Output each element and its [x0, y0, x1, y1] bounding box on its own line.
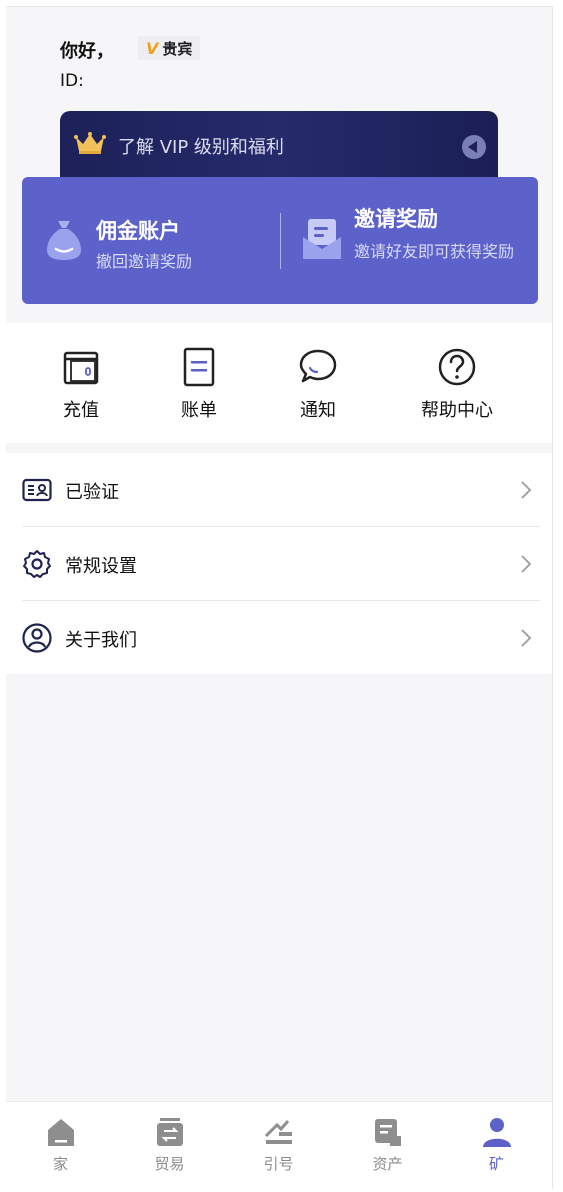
mine-page: 你好， V 贵宾 ID: 了解 VIP 级别和福利 佣金账户 撤回邀请奖励 邀请… — [6, 6, 553, 1189]
mail-icon — [303, 219, 341, 259]
trade-icon — [156, 1118, 183, 1146]
bottom-tab-bar: 家 贸易 引号 资产 矿 — [6, 1101, 552, 1189]
tab-trade[interactable]: 贸易 — [115, 1102, 224, 1189]
money-bag-icon — [47, 221, 81, 260]
settings-list: 已验证 常规设置 关于我们 — [6, 453, 552, 674]
tab-assets[interactable]: 资产 — [333, 1102, 442, 1189]
user-circle-icon — [22, 623, 52, 653]
quick-menu-label: 充值 — [63, 400, 99, 421]
chevron-right-icon — [521, 481, 532, 499]
list-item-verified[interactable]: 已验证 — [22, 453, 540, 527]
chevron-right-icon — [521, 555, 532, 573]
list-item-label: 常规设置 — [65, 556, 137, 577]
tab-home[interactable]: 家 — [6, 1102, 115, 1189]
wallet-icon — [63, 351, 99, 385]
tab-label: 矿 — [488, 1155, 504, 1173]
list-item-label: 已验证 — [65, 482, 119, 503]
tab-label: 家 — [52, 1155, 68, 1173]
gear-icon — [23, 550, 51, 578]
list-item-general-settings[interactable]: 常规设置 — [22, 527, 540, 601]
list-item-about-us[interactable]: 关于我们 — [22, 601, 540, 674]
card-divider — [280, 213, 281, 269]
crown-icon — [74, 132, 106, 154]
vip-badge-label: 贵宾 — [162, 39, 193, 58]
quick-menu-label: 通知 — [300, 400, 336, 421]
help-icon — [438, 348, 476, 386]
quick-menu-notifications[interactable]: 通知 — [253, 323, 383, 443]
tab-mine[interactable]: 矿 — [442, 1102, 551, 1189]
tab-label: 贸易 — [154, 1155, 185, 1173]
commission-account-subtitle: 撤回邀请奖励 — [96, 252, 193, 271]
arrow-left-icon[interactable] — [462, 135, 486, 159]
assets-icon — [374, 1119, 401, 1146]
vip-banner-text: 了解 VIP 级别和福利 — [118, 137, 284, 158]
tab-label: 资产 — [372, 1155, 403, 1173]
quick-menu-label: 账单 — [181, 400, 217, 421]
chevron-right-icon — [521, 629, 532, 647]
quick-menu-help-center[interactable]: 帮助中心 — [392, 323, 522, 443]
list-item-label: 关于我们 — [65, 630, 137, 651]
tab-quotes[interactable]: 引号 — [224, 1102, 333, 1189]
home-icon — [47, 1119, 74, 1146]
commission-account-title: 佣金账户 — [96, 219, 180, 243]
profile-icon — [482, 1118, 511, 1147]
commission-account-button[interactable]: 佣金账户 撤回邀请奖励 — [22, 177, 280, 304]
tab-label: 引号 — [263, 1155, 294, 1173]
invite-rewards-subtitle: 邀请好友即可获得奖励 — [354, 242, 515, 261]
invite-rewards-title: 邀请奖励 — [354, 207, 438, 231]
chat-bubble-icon — [299, 349, 337, 383]
user-id-label: ID: — [60, 71, 84, 91]
greeting-text: 你好， — [60, 41, 114, 62]
quotes-icon — [264, 1120, 292, 1144]
quick-menu-recharge[interactable]: 充值 — [16, 323, 146, 443]
quick-menu: 充值 账单 通知 帮助中心 — [6, 323, 552, 443]
id-card-icon — [22, 478, 52, 502]
vip-v-icon: V — [146, 38, 159, 58]
quick-menu-label: 帮助中心 — [421, 400, 493, 421]
bill-icon — [183, 347, 215, 387]
account-card: 佣金账户 撤回邀请奖励 邀请奖励 邀请好友即可获得奖励 — [22, 177, 538, 304]
quick-menu-bills[interactable]: 账单 — [134, 323, 264, 443]
vip-level-badge[interactable]: V 贵宾 — [138, 36, 201, 60]
invite-rewards-button[interactable]: 邀请奖励 邀请好友即可获得奖励 — [282, 177, 538, 304]
